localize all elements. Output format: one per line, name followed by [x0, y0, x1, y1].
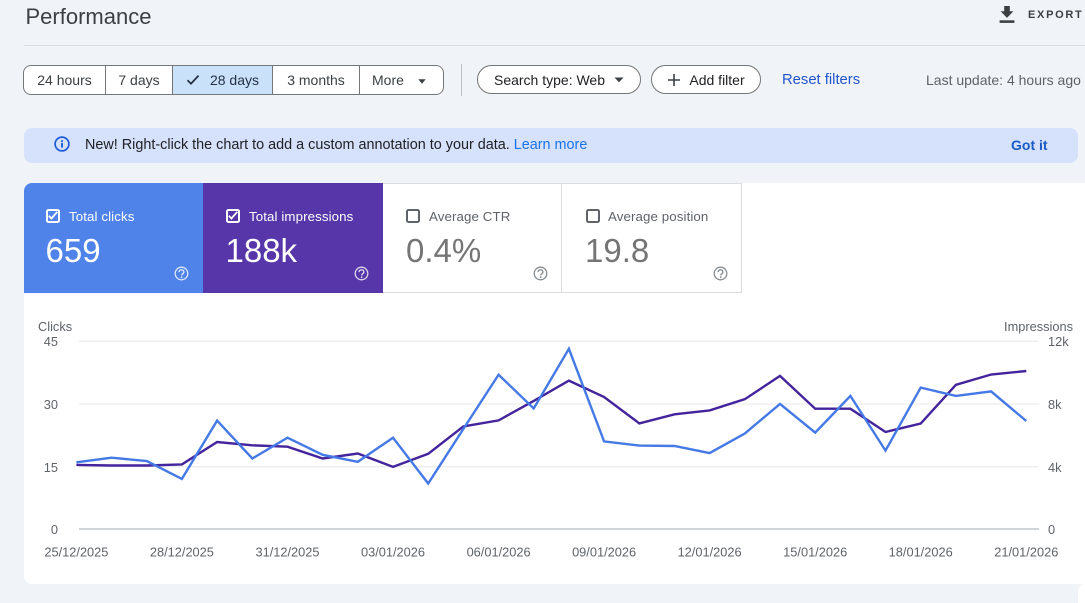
- svg-text:Clicks: Clicks: [38, 319, 72, 334]
- svg-text:21/01/2026: 21/01/2026: [994, 545, 1058, 560]
- svg-text:0: 0: [51, 522, 58, 537]
- svg-text:12/01/2026: 12/01/2026: [678, 545, 742, 560]
- svg-text:28/12/2025: 28/12/2025: [150, 545, 214, 560]
- svg-text:25/12/2025: 25/12/2025: [44, 545, 108, 560]
- svg-text:15/01/2026: 15/01/2026: [783, 545, 847, 560]
- svg-text:06/01/2026: 06/01/2026: [467, 545, 531, 560]
- svg-text:Impressions: Impressions: [1004, 319, 1073, 334]
- svg-text:03/01/2026: 03/01/2026: [361, 545, 425, 560]
- svg-text:31/12/2025: 31/12/2025: [255, 545, 319, 560]
- svg-text:8k: 8k: [1048, 397, 1062, 412]
- svg-text:15: 15: [44, 460, 58, 475]
- svg-text:4k: 4k: [1048, 460, 1062, 475]
- svg-text:30: 30: [44, 397, 58, 412]
- svg-text:18/01/2026: 18/01/2026: [889, 545, 953, 560]
- svg-text:0: 0: [1048, 522, 1055, 537]
- svg-text:09/01/2026: 09/01/2026: [572, 545, 636, 560]
- svg-text:45: 45: [44, 334, 58, 349]
- svg-text:12k: 12k: [1048, 334, 1069, 349]
